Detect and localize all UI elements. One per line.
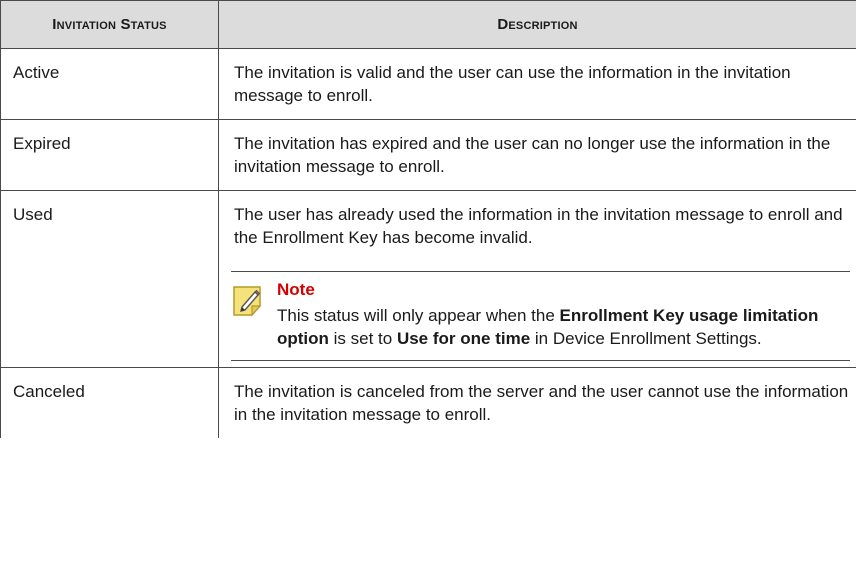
- table-row: Used The user has already used the infor…: [0, 190, 856, 368]
- description-cell: The invitation has expired and the user …: [218, 119, 856, 191]
- note-text-part: This status will only appear when the: [277, 306, 560, 325]
- note-text-part: is set to: [328, 329, 397, 348]
- note-block: Note This status will only appear when t…: [231, 271, 850, 361]
- table-row: Active The invitation is valid and the u…: [0, 48, 856, 120]
- invitation-status-table: Invitation Status Description Active The…: [0, 0, 856, 438]
- note-pencil-icon: [233, 286, 262, 317]
- header-description: Description: [218, 0, 856, 49]
- status-cell: Active: [0, 48, 219, 120]
- note-text: This status will only appear when the En…: [277, 304, 850, 350]
- status-cell: Used: [0, 190, 219, 368]
- status-cell: Canceled: [0, 367, 219, 438]
- status-cell: Expired: [0, 119, 219, 191]
- note-icon-container: [231, 280, 267, 350]
- table-row: Canceled The invitation is canceled from…: [0, 367, 856, 438]
- table-header-row: Invitation Status Description: [0, 0, 856, 49]
- description-cell: The invitation is valid and the user can…: [218, 48, 856, 120]
- note-title: Note: [277, 280, 315, 299]
- note-text-part: in Device Enrollment Settings.: [530, 329, 762, 348]
- note-bold-term: Use for one time: [396, 329, 531, 348]
- description-text: The user has already used the informatio…: [234, 205, 843, 247]
- description-cell: The user has already used the informatio…: [218, 190, 856, 368]
- table-row: Expired The invitation has expired and t…: [0, 119, 856, 191]
- header-invitation-status: Invitation Status: [0, 0, 219, 49]
- description-cell: The invitation is canceled from the serv…: [218, 367, 856, 438]
- note-body: Note This status will only appear when t…: [267, 280, 850, 350]
